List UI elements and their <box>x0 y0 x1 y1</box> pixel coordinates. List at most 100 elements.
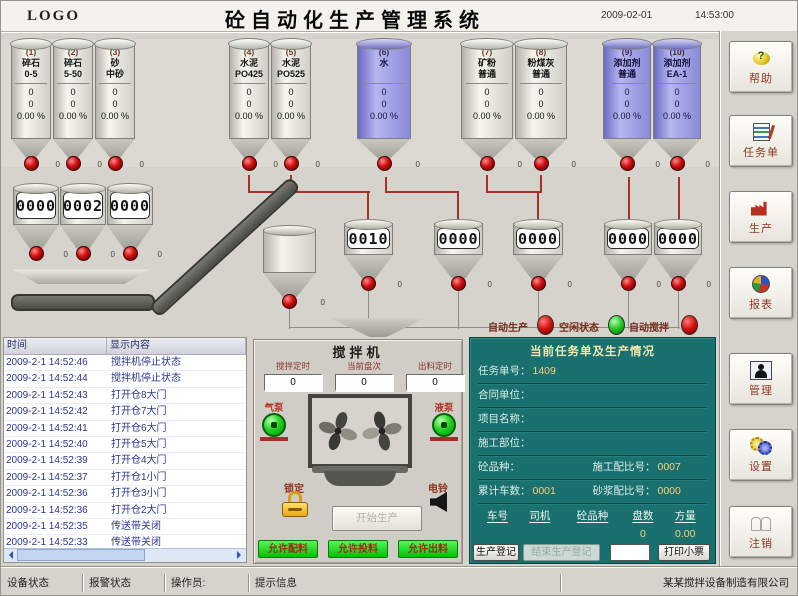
silo-divider <box>233 83 265 84</box>
silo-cap-icon <box>94 38 136 50</box>
field-label: 任务单号： <box>478 360 531 383</box>
log-row: 2009-2-1 14:52:39打开仓4大门 <box>4 453 246 469</box>
log-content: 打开仓7大门 <box>107 404 246 419</box>
task-field-row: 施工部位： <box>478 432 707 456</box>
air-pump-motor-icon <box>262 413 286 437</box>
production-register-button[interactable]: 生产登记 <box>473 544 519 561</box>
field-value: 1409 <box>533 360 556 383</box>
end-production-register-button[interactable]: 结束生产登记 <box>523 544 600 561</box>
silo-material-name: 水 <box>379 58 388 69</box>
silo-value: 0 <box>624 98 629 110</box>
field-label: 累计车数： <box>478 480 531 503</box>
valve-icon <box>29 246 44 261</box>
sidebar-button-help[interactable]: 帮助 <box>729 41 793 93</box>
log-row: 2009-2-1 14:52:36打开仓2大门 <box>4 503 246 519</box>
silo-divider <box>362 83 406 84</box>
task-field-row: 合同单位： <box>478 384 707 408</box>
silo-value: 0.00 % <box>527 110 555 122</box>
valve-value: 0 <box>398 280 402 289</box>
silo-material-spec: 0-5 <box>24 69 37 80</box>
silo-value: 0.00 % <box>473 110 501 122</box>
valve-icon <box>377 156 392 171</box>
silo-divider <box>57 83 89 84</box>
field-value: 0007 <box>658 456 681 479</box>
permit-button[interactable]: 允许出料 <box>398 540 458 558</box>
log-content: 打开仓3小门 <box>107 486 246 501</box>
speaker-icon <box>430 492 447 512</box>
log-row: 2009-2-1 14:52:43打开仓8大门 <box>4 388 246 404</box>
sidebar-button-settings[interactable]: 设置 <box>729 429 793 481</box>
sidebar-button-management[interactable]: 管理 <box>729 353 793 405</box>
sidebar-button-label: 生产 <box>749 220 773 236</box>
mixer-timer: 当前盘次0 <box>335 360 393 391</box>
silo-material-spec: 普通 <box>478 69 496 80</box>
silo-divider <box>466 83 508 84</box>
permit-button[interactable]: 允许投料 <box>328 540 388 558</box>
weight-display: 0010 <box>347 228 390 249</box>
silo-divider <box>99 83 131 84</box>
indicator-label: 空闲状态 <box>559 319 599 334</box>
discharge-line <box>678 289 679 329</box>
weight-display: 0000 <box>607 228 649 249</box>
log-content: 传送带关闭 <box>107 519 246 534</box>
silo-cap-icon <box>52 38 94 50</box>
scroll-left-arrow-icon[interactable] <box>4 549 17 561</box>
log-time: 2009-2-1 14:52:43 <box>4 388 107 403</box>
task-field-row: 项目名称： <box>478 408 707 432</box>
mixer-drum <box>308 394 412 468</box>
field-right-group: 砂浆配比号：0000 <box>593 480 681 503</box>
valve-icon <box>620 156 635 171</box>
silo-value: 0 <box>538 98 543 110</box>
silo: (7)矿粉普通000.00 %0 <box>461 43 513 171</box>
log-body: 2009-2-1 14:52:46搅拌机停止状态 2009-2-1 14:52:4… <box>4 355 246 552</box>
silo-material-name: 碎石 <box>22 58 40 69</box>
material-pipe <box>248 191 370 193</box>
sidebar-button-production[interactable]: 生产 <box>729 191 793 243</box>
log-time: 2009-2-1 14:52:36 <box>4 486 107 501</box>
log-hscrollbar[interactable] <box>4 548 246 562</box>
field-label: 砼品种： <box>478 456 520 479</box>
sidebar-button-label: 任务单 <box>743 144 779 160</box>
scroll-thumb[interactable] <box>17 549 145 561</box>
silo-body: (7)矿粉普通000.00 % <box>461 43 513 139</box>
valve-icon <box>284 156 299 171</box>
start-production-button[interactable]: 开始生产 <box>332 506 422 531</box>
silo-body: (10)添加剂EA-1000.00 % <box>653 43 701 139</box>
print-ticket-button[interactable]: 打印小票 <box>658 544 710 561</box>
task-field-row: 砼品种：施工配比号：0007 <box>478 456 707 480</box>
timer-value: 0 <box>406 374 464 391</box>
task-table-header-cell: 方量 <box>663 506 707 526</box>
field-label: 项目名称： <box>478 408 531 431</box>
sidebar-button-task-order[interactable]: 任务单 <box>729 115 793 167</box>
log-content: 打开仓6大门 <box>107 421 246 436</box>
mixing-weigh-hopper: 00000 <box>604 223 652 291</box>
valve-value: 0 <box>416 160 420 169</box>
scroll-right-arrow-icon[interactable] <box>233 549 246 561</box>
indicator-label: 自动生产 <box>488 319 528 334</box>
silo: (4)水泥PO425000.00 %0 <box>229 43 269 171</box>
silo-body: (5)水泥PO525000.00 % <box>271 43 311 139</box>
silo-material-name: 水泥 <box>282 58 300 69</box>
silo: (8)粉煤灰普通000.00 %0 <box>515 43 567 171</box>
discharge-dome <box>324 471 396 486</box>
statusbar-item: 报警状态 <box>83 574 165 592</box>
sidebar-button-logout[interactable]: 注销 <box>729 506 793 558</box>
task-table-cell <box>478 526 517 542</box>
air-pump-base <box>260 437 288 441</box>
silo-material-spec: 5-50 <box>64 69 82 80</box>
mixer-blade-right-icon <box>361 410 403 452</box>
log-row: 2009-2-1 14:52:36打开仓3小门 <box>4 486 246 502</box>
valve-icon <box>76 246 91 261</box>
silo-value: 0 <box>246 86 251 98</box>
sidebar-button-report[interactable]: 报表 <box>729 267 793 319</box>
log-content: 打开仓1小门 <box>107 470 246 485</box>
silo-material-spec: 普通 <box>532 69 550 80</box>
blank-input-field[interactable] <box>610 544 650 561</box>
log-content: 搅拌机停止状态 <box>107 371 246 386</box>
silo-value: 0 <box>28 98 33 110</box>
log-time: 2009-2-1 14:52:35 <box>4 519 107 534</box>
log-time: 2009-2-1 14:52:39 <box>4 453 107 468</box>
log-row: 2009-2-1 14:52:46搅拌机停止状态 <box>4 355 246 371</box>
permit-button[interactable]: 允许配料 <box>258 540 318 558</box>
silo-divider <box>15 83 47 84</box>
